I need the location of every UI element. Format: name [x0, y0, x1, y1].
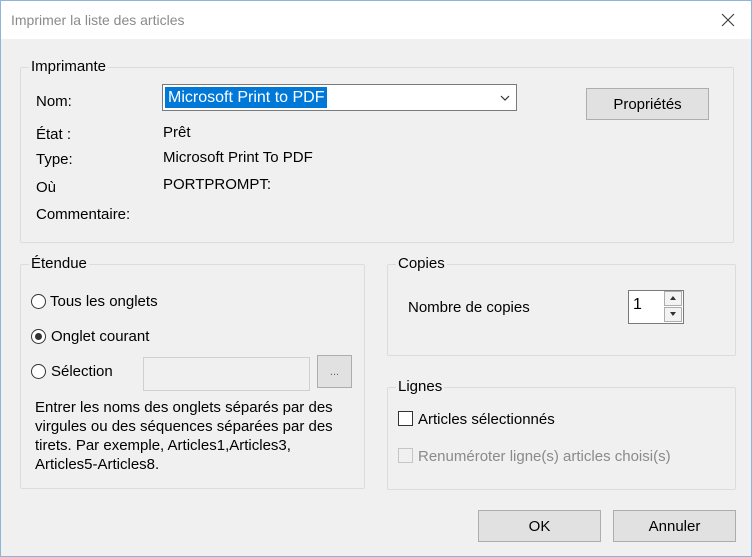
printer-name-select[interactable]: Microsoft Print to PDF — [162, 84, 517, 111]
browse-tabs-button[interactable]: ... — [317, 355, 352, 388]
printer-where-value: PORTPROMPT: — [163, 176, 272, 193]
radio-current-tab-label[interactable]: Onglet courant — [51, 328, 149, 345]
copies-increment-button[interactable] — [664, 291, 682, 306]
properties-button[interactable]: Propriétés — [586, 88, 709, 120]
print-dialog: Imprimer la liste des articles Imprimant… — [0, 0, 752, 557]
printer-state-label: État : — [36, 126, 72, 143]
selected-articles-checkbox[interactable] — [398, 411, 413, 426]
renumber-lines-checkbox — [398, 448, 413, 463]
copies-count-stepper[interactable]: 1 — [628, 290, 684, 324]
printer-group-legend: Imprimante — [29, 58, 109, 75]
radio-selection-label[interactable]: Sélection — [51, 363, 113, 380]
copies-group-legend: Copies — [396, 255, 447, 272]
printer-type-value: Microsoft Print To PDF — [163, 149, 313, 166]
printer-comment-label: Commentaire: — [36, 206, 131, 223]
lines-group-legend: Lignes — [396, 378, 445, 395]
ok-button[interactable]: OK — [478, 510, 601, 542]
close-icon — [721, 13, 735, 27]
chevron-up-icon — [670, 296, 676, 300]
range-group-legend: Étendue — [29, 255, 89, 272]
radio-all-tabs-label[interactable]: Tous les onglets — [50, 293, 158, 310]
radio-all-tabs[interactable] — [31, 294, 46, 309]
close-button[interactable] — [719, 11, 737, 29]
copies-count-label: Nombre de copies — [408, 299, 530, 316]
radio-current-tab[interactable] — [31, 329, 46, 344]
selected-articles-label[interactable]: Articles sélectionnés — [418, 411, 555, 428]
copies-count-value: 1 — [633, 296, 642, 313]
printer-name-label: Nom: — [36, 93, 72, 110]
printer-type-label: Type: — [36, 151, 73, 168]
radio-selection[interactable] — [31, 364, 46, 379]
cancel-button[interactable]: Annuler — [613, 510, 736, 542]
window-title: Imprimer la liste des articles — [11, 12, 185, 28]
selection-input[interactable] — [143, 357, 310, 391]
lines-group: Lignes — [387, 378, 736, 490]
printer-where-label: Où — [36, 179, 57, 196]
chevron-down-icon — [670, 312, 676, 316]
printer-name-value: Microsoft Print to PDF — [165, 87, 328, 108]
copies-decrement-button[interactable] — [664, 307, 682, 322]
renumber-lines-label: Renuméroter ligne(s) articles choisi(s) — [418, 448, 671, 465]
range-help-text: Entrer les noms des onglets séparés par … — [35, 399, 333, 473]
chevron-down-icon — [500, 95, 510, 101]
printer-state-value: Prêt — [163, 124, 191, 141]
title-bar: Imprimer la liste des articles — [1, 1, 751, 39]
